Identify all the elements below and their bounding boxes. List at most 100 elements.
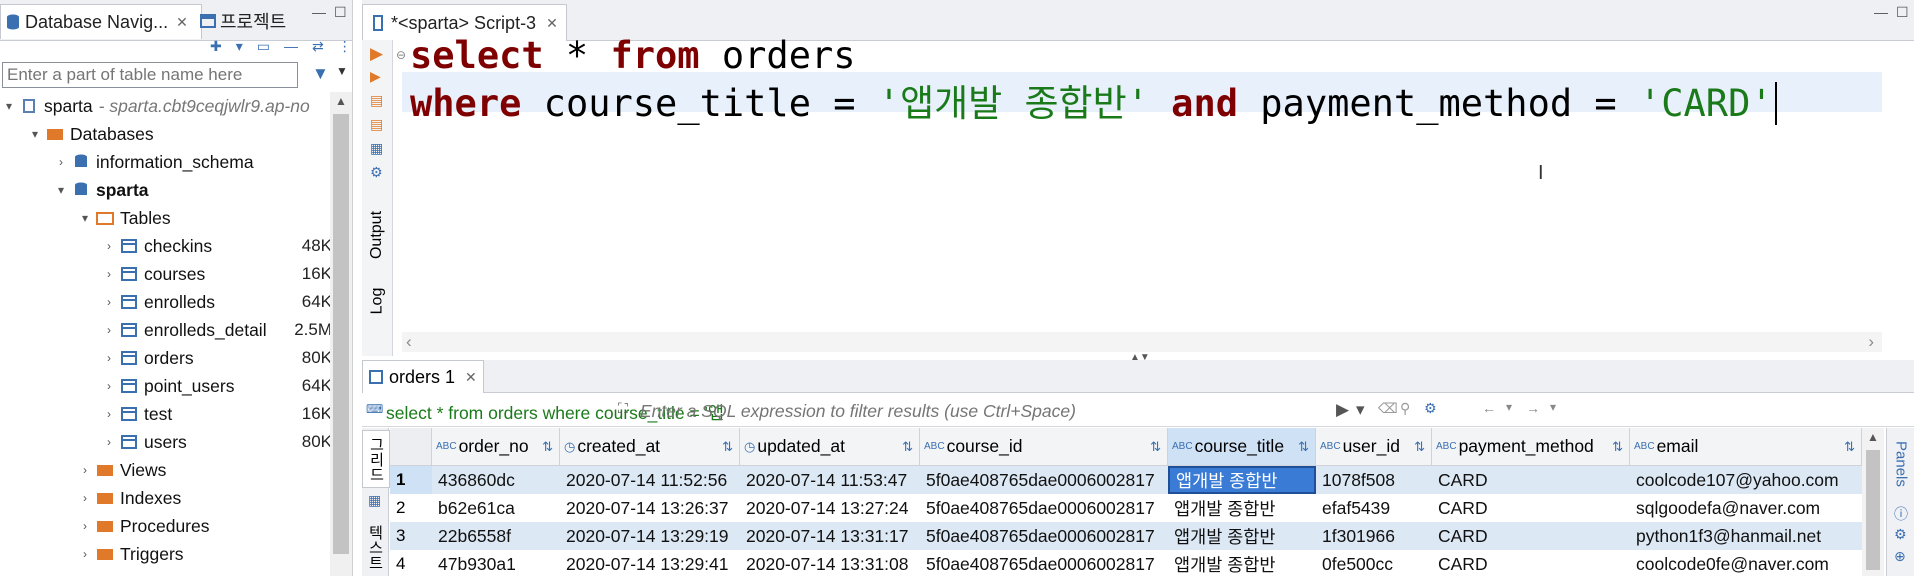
table-row[interactable]: 4 47b930a1 2020-07-14 13:29:41 2020-07-1… bbox=[390, 550, 1862, 576]
editor-horizontal-scrollbar[interactable]: ‹ › bbox=[402, 332, 1882, 352]
tree-schema-information-schema[interactable]: › information_schema bbox=[52, 148, 254, 176]
cell-updated-at[interactable]: 2020-07-14 13:31:08 bbox=[740, 550, 920, 576]
cell-course-title[interactable]: 앱개발 종합반 bbox=[1168, 550, 1316, 576]
panels-tab[interactable]: Panels bbox=[1889, 432, 1913, 496]
sort-filter-icon[interactable]: ⇅ bbox=[722, 439, 733, 455]
chevron-down-icon[interactable]: ▼ bbox=[336, 64, 348, 78]
cell-user-id[interactable]: 0fe500cc bbox=[1316, 550, 1432, 576]
cell-updated-at[interactable]: 2020-07-14 13:31:17 bbox=[740, 522, 920, 550]
chevron-right-icon[interactable]: › bbox=[100, 239, 118, 253]
cell-course-id[interactable]: 5f0ae408765dae0006002817 bbox=[920, 494, 1168, 522]
tree-procedures[interactable]: › Procedures bbox=[76, 512, 210, 540]
column-header-course-id[interactable]: ABC course_id ⇅ bbox=[920, 428, 1168, 466]
chevron-right-icon[interactable]: › bbox=[100, 435, 118, 449]
calculator-icon[interactable]: ⚙ bbox=[1894, 526, 1907, 543]
tree-triggers[interactable]: › Triggers bbox=[76, 540, 184, 568]
grid-view-tab[interactable]: 그리드 bbox=[362, 430, 390, 488]
settings-gear-icon[interactable]: ⚙ bbox=[370, 164, 383, 181]
grid-scrollbar[interactable]: ▲ bbox=[1862, 428, 1884, 576]
sort-filter-icon[interactable]: ⇅ bbox=[1844, 439, 1855, 455]
chevron-right-icon[interactable]: › bbox=[100, 407, 118, 421]
column-header-order-no[interactable]: ABC order_no ⇅ bbox=[432, 428, 560, 466]
cell-payment-method[interactable]: CARD bbox=[1432, 550, 1630, 576]
info-icon[interactable]: ⓘ bbox=[1894, 504, 1908, 524]
chevron-right-icon[interactable]: › bbox=[100, 379, 118, 393]
chevron-down-icon[interactable]: ▾ bbox=[76, 211, 94, 225]
folder-icon[interactable]: ▭ bbox=[257, 38, 270, 55]
tree-table-checkins[interactable]: › checkins 48K bbox=[100, 232, 332, 260]
cell-email[interactable]: coolcode0fe@naver.com bbox=[1630, 550, 1862, 576]
scrollbar-thumb[interactable] bbox=[1866, 450, 1880, 570]
cell-created-at[interactable]: 2020-07-14 13:26:37 bbox=[560, 494, 740, 522]
cell-created-at[interactable]: 2020-07-14 13:29:19 bbox=[560, 522, 740, 550]
table-row[interactable]: 2 b62e61ca 2020-07-14 13:26:37 2020-07-1… bbox=[390, 494, 1862, 522]
link-icon[interactable]: ⇄ bbox=[312, 38, 324, 55]
cell-order-no[interactable]: 22b6558f bbox=[432, 522, 560, 550]
sort-filter-icon[interactable]: ⇅ bbox=[542, 439, 553, 455]
column-header-updated-at[interactable]: ◷ updated_at ⇅ bbox=[740, 428, 920, 466]
cell-payment-method[interactable]: CARD bbox=[1432, 466, 1630, 494]
scroll-up-icon[interactable]: ▲ bbox=[335, 94, 347, 108]
minimize-icon[interactable]: — bbox=[1874, 4, 1888, 20]
tree-scrollbar[interactable]: ▲ bbox=[330, 92, 352, 576]
minimize-icon[interactable]: — bbox=[312, 4, 326, 20]
cell-user-id[interactable]: 1078f508 bbox=[1316, 466, 1432, 494]
tree-connection[interactable]: ▾ sparta - sparta.cbt9ceqjwlr9.ap-no bbox=[0, 92, 310, 120]
nav-back-icon[interactable]: ← bbox=[1482, 400, 1496, 416]
data-settings-icon[interactable]: ⚙ bbox=[1424, 400, 1437, 417]
cell-updated-at[interactable]: 2020-07-14 11:53:47 bbox=[740, 466, 920, 494]
tree-databases[interactable]: ▾ Databases bbox=[26, 120, 154, 148]
more-icon[interactable]: ⋮ bbox=[338, 38, 352, 55]
chevron-right-icon[interactable]: › bbox=[76, 547, 94, 561]
sort-filter-icon[interactable]: ⇅ bbox=[1612, 439, 1623, 455]
filter-history-icon[interactable]: ▾ bbox=[1356, 400, 1365, 420]
column-header-payment-method[interactable]: ABC payment_method ⇅ bbox=[1432, 428, 1630, 466]
tree-table-users[interactable]: › users 80K bbox=[100, 428, 332, 456]
chevron-right-icon[interactable]: › bbox=[76, 519, 94, 533]
chevron-right-icon[interactable]: › bbox=[76, 463, 94, 477]
filter-icon[interactable]: ▼ bbox=[312, 64, 329, 84]
maximize-icon[interactable]: ☐ bbox=[1896, 4, 1909, 21]
tree-table-point-users[interactable]: › point_users 64K bbox=[100, 372, 332, 400]
sort-filter-icon[interactable]: ⇅ bbox=[1298, 439, 1309, 455]
tree-table-courses[interactable]: › courses 16K bbox=[100, 260, 332, 288]
tree-tables[interactable]: ▾ Tables bbox=[76, 204, 171, 232]
scroll-right-icon[interactable]: › bbox=[1868, 332, 1874, 352]
sort-filter-icon[interactable]: ⇅ bbox=[1150, 439, 1161, 455]
table-row[interactable]: 3 22b6558f 2020-07-14 13:29:19 2020-07-1… bbox=[390, 522, 1862, 550]
execute-script-icon[interactable]: ▤ bbox=[370, 92, 383, 109]
chevron-right-icon[interactable]: › bbox=[76, 491, 94, 505]
table-search-input[interactable] bbox=[2, 62, 298, 88]
chevron-right-icon[interactable]: › bbox=[100, 351, 118, 365]
nav-forward-icon[interactable]: → bbox=[1526, 400, 1540, 416]
cell-order-no[interactable]: b62e61ca bbox=[432, 494, 560, 522]
cell-created-at[interactable]: 2020-07-14 13:29:41 bbox=[560, 550, 740, 576]
cell-course-id[interactable]: 5f0ae408765dae0006002817 bbox=[920, 550, 1168, 576]
tab-orders-1[interactable]: orders 1 ✕ bbox=[362, 360, 484, 393]
chevron-down-icon[interactable]: ▾ bbox=[1506, 400, 1512, 414]
cell-course-title[interactable]: 앱개발 종합반 bbox=[1168, 522, 1316, 550]
cell-email[interactable]: coolcode107@yahoo.com bbox=[1630, 466, 1862, 494]
chevron-down-icon[interactable]: ▾ bbox=[26, 127, 44, 141]
tab-database-navigator[interactable]: Database Navig... ✕ bbox=[0, 4, 202, 39]
new-connection-icon[interactable]: ✚ bbox=[210, 38, 222, 55]
close-icon[interactable]: ✕ bbox=[176, 14, 188, 31]
fold-icon[interactable]: ⊖ bbox=[396, 48, 406, 62]
cell-updated-at[interactable]: 2020-07-14 13:27:24 bbox=[740, 494, 920, 522]
cell-payment-method[interactable]: CARD bbox=[1432, 494, 1630, 522]
tree-views[interactable]: › Views bbox=[76, 456, 166, 484]
cell-course-id[interactable]: 5f0ae408765dae0006002817 bbox=[920, 522, 1168, 550]
chevron-down-icon[interactable]: ▾ bbox=[52, 183, 70, 197]
close-icon[interactable]: ✕ bbox=[546, 15, 558, 32]
execute-statement-new-tab-icon[interactable]: ▶ bbox=[370, 68, 381, 85]
clear-filter-icon[interactable]: ⌫ bbox=[1378, 400, 1398, 417]
sort-filter-icon[interactable]: ⇅ bbox=[1414, 439, 1425, 455]
tree-table-test[interactable]: › test 16K bbox=[100, 400, 332, 428]
column-header-created-at[interactable]: ◷ created_at ⇅ bbox=[560, 428, 740, 466]
tab-project[interactable]: 프로젝트 bbox=[200, 4, 308, 38]
code-area[interactable]: ⊖ select * from orders where course_titl… bbox=[396, 34, 1882, 328]
scroll-left-icon[interactable]: ‹ bbox=[406, 332, 412, 352]
table-row[interactable]: 1 436860dc 2020-07-14 11:52:56 2020-07-1… bbox=[390, 466, 1862, 494]
chevron-down-icon[interactable]: ▾ bbox=[0, 99, 18, 113]
cell-user-id[interactable]: 1f301966 bbox=[1316, 522, 1432, 550]
